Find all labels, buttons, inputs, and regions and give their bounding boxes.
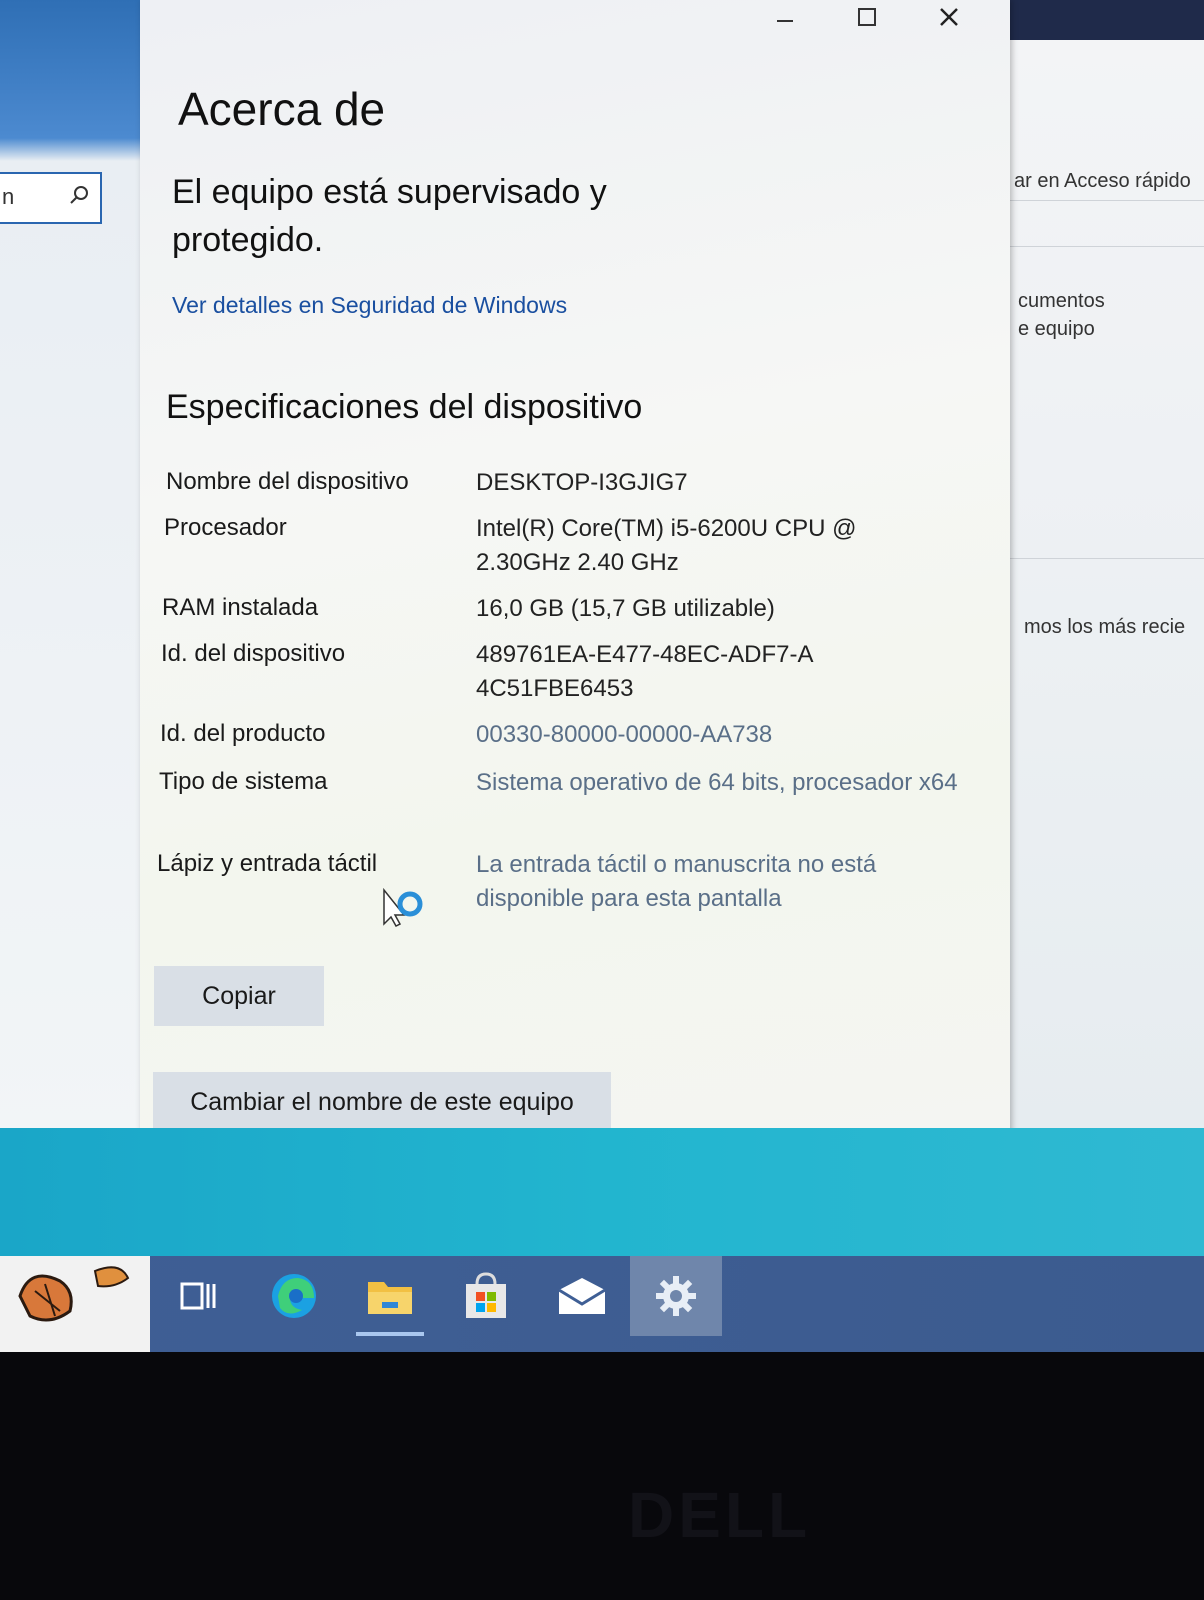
divider [1010, 200, 1204, 201]
minimize-button[interactable] [760, 0, 810, 34]
spec-value[interactable]: 16,0 GB (15,7 GB utilizable) [476, 592, 976, 626]
search-text-fragment: n [2, 184, 15, 209]
security-details-link[interactable]: Ver detalles en Seguridad de Windows [172, 292, 567, 319]
mail-icon [558, 1278, 606, 1314]
file-explorer-button[interactable] [344, 1256, 436, 1336]
recent-text: mos los más recie [1024, 616, 1186, 638]
page-title: Acerca de [178, 83, 386, 135]
spec-label: Procesador [164, 514, 287, 541]
edge-browser-icon [272, 1274, 316, 1318]
search-icon [70, 186, 88, 204]
spec-label: RAM instalada [162, 594, 319, 621]
task-view-button[interactable] [152, 1256, 244, 1336]
butterfly-icon [18, 1266, 130, 1322]
running-indicator [356, 1332, 424, 1336]
store-icon [466, 1272, 506, 1318]
spec-value[interactable]: DESKTOP-I3GJIG7 [476, 466, 976, 500]
butterfly-image [0, 1256, 150, 1352]
spec-value[interactable]: 00330-80000-00000-AA738 [476, 718, 976, 752]
spec-label: Nombre del dispositivo [166, 468, 409, 495]
minimize-icon [777, 20, 793, 22]
spec-label: Tipo de sistema [159, 768, 328, 795]
about-window: Acerca de El equipo está supervisado y p… [140, 0, 1010, 1148]
copy-button[interactable]: Copiar [154, 966, 324, 1026]
taskbar [0, 1256, 1204, 1352]
task-view-icon [180, 1282, 216, 1310]
divider [1010, 558, 1204, 559]
device-specs-heading: Especificaciones del dispositivo [166, 388, 643, 426]
folder-icon [368, 1282, 412, 1314]
background-search-box[interactable]: n [0, 172, 102, 224]
close-button[interactable] [924, 0, 974, 34]
desktop-wallpaper [0, 1128, 1204, 1256]
store-button[interactable] [440, 1256, 532, 1336]
rename-pc-button[interactable]: Cambiar el nombre de este equipo [153, 1072, 611, 1132]
this-pc-text[interactable]: e equipo [1018, 318, 1095, 341]
divider [1010, 246, 1204, 247]
edge-button[interactable] [248, 1256, 340, 1336]
spec-value[interactable]: La entrada táctil o manuscrita no está d… [476, 848, 926, 916]
background-window-right [1008, 40, 1204, 1150]
brand-logo: DELL [628, 1479, 812, 1551]
spec-value[interactable]: Intel(R) Core(TM) i5-6200U CPU @ 2.30GHz… [476, 512, 896, 580]
maximize-button[interactable] [842, 0, 892, 34]
spec-label: Lápiz y entrada táctil [157, 850, 378, 877]
mouse-cursor-icon [383, 887, 423, 927]
spec-value[interactable]: Sistema operativo de 64 bits, procesador… [476, 766, 966, 800]
laptop-bezel: DELL [0, 1352, 1204, 1600]
mail-button[interactable] [536, 1256, 628, 1336]
quick-access-text[interactable]: ar en Acceso rápido [1014, 170, 1191, 193]
spec-label: Id. del producto [160, 720, 326, 747]
spec-value[interactable]: 489761EA-E477-48EC-ADF7-A4C51FBE6453 [476, 638, 816, 706]
spec-label: Id. del dispositivo [161, 640, 346, 667]
maximize-icon [858, 8, 876, 26]
documents-text[interactable]: cumentos [1018, 290, 1105, 313]
close-icon [940, 8, 958, 26]
security-status: El equipo está supervisado y protegido. [172, 173, 607, 259]
gear-icon [656, 1276, 696, 1316]
settings-button[interactable] [630, 1256, 722, 1336]
